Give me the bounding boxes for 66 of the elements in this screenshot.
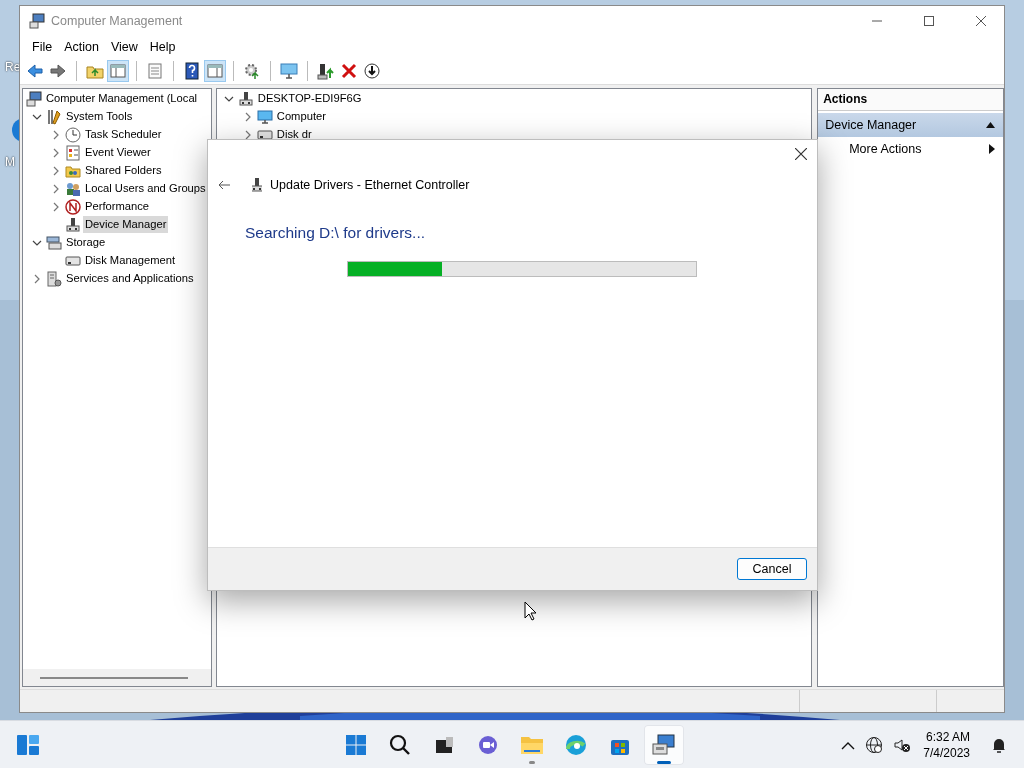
tree-item[interactable]: Shared Folders [83,162,164,180]
forward-arrow-icon [49,61,67,80]
maximize-icon [924,16,934,26]
cursor-icon [524,601,537,621]
tree-item[interactable]: Device Manager [83,216,169,234]
start-icon [345,733,367,756]
users-icon [65,180,81,197]
computer-icon [29,13,45,29]
computer-icon [652,733,676,756]
tree-item[interactable]: Computer [274,108,328,126]
menu-item[interactable]: Help [143,40,182,54]
status-heading: Searching D:\ for drivers... [245,224,427,242]
action-link[interactable]: More Actions [849,141,922,156]
monitor-icon [256,108,273,125]
tree-item[interactable]: System Tools [64,108,135,126]
close-icon [795,148,807,160]
ethernet-device-icon [252,177,262,193]
tree-item[interactable]: Services and Applications [64,270,196,288]
server-icon [46,270,62,287]
clock-icon [65,126,81,143]
tree-item[interactable]: DESKTOP-EDI9F6G [255,90,364,108]
cancel-button[interactable]: Cancel [737,558,807,580]
search-icon [389,733,411,756]
menu-item[interactable]: File [26,40,59,54]
tree-item[interactable]: Performance [83,198,152,216]
device-arrow-icon [317,61,335,80]
pane-icon [109,61,127,80]
storage-icon [46,234,62,251]
collapse-triangle-icon [986,121,995,128]
clock-date[interactable]: 7/4/2023 [923,744,970,761]
back-arrow-icon [218,180,230,190]
close-icon [976,16,986,26]
device-icon [65,216,81,233]
chat-icon [477,733,499,756]
submenu-arrow-icon [989,143,995,154]
tree-item[interactable]: Storage [64,234,108,252]
computer-icon [26,90,42,107]
action-group-header[interactable]: Device Manager [818,112,1003,137]
tree-item[interactable]: Local Users and Groups [83,180,208,198]
back-arrow-icon [26,61,44,80]
tree-item[interactable]: Task Scheduler [83,126,164,144]
help-icon [183,61,201,80]
actions-heading: Actions [823,92,868,107]
clock-time[interactable]: 6:32 AM [925,728,970,745]
dialog-title: Update Drivers - Ethernet Controller [270,178,470,192]
globe-icon [865,735,884,754]
tools-icon [46,108,62,125]
browser-icon [565,733,587,756]
tree-item[interactable]: Computer Management (Local [44,90,200,108]
menu-item[interactable]: View [104,40,144,54]
pane-icon [206,61,224,80]
tree-item[interactable]: Disk Management [83,252,178,270]
log-icon [65,144,81,161]
menu-item[interactable]: Action [58,40,105,54]
widgets-icon [16,732,40,757]
list-icon [146,61,164,80]
window-title: Computer Management [51,14,184,28]
tree-item[interactable]: Event Viewer [83,144,153,162]
taskbar-button[interactable] [644,724,684,765]
device-icon [237,90,254,107]
gear-icon [243,61,261,80]
scroll-bar[interactable] [40,676,188,679]
tree-item[interactable]: Disk dr [274,126,314,144]
x-mark-icon [340,61,358,80]
gauge-icon [65,198,81,215]
monitor-icon [280,61,298,80]
